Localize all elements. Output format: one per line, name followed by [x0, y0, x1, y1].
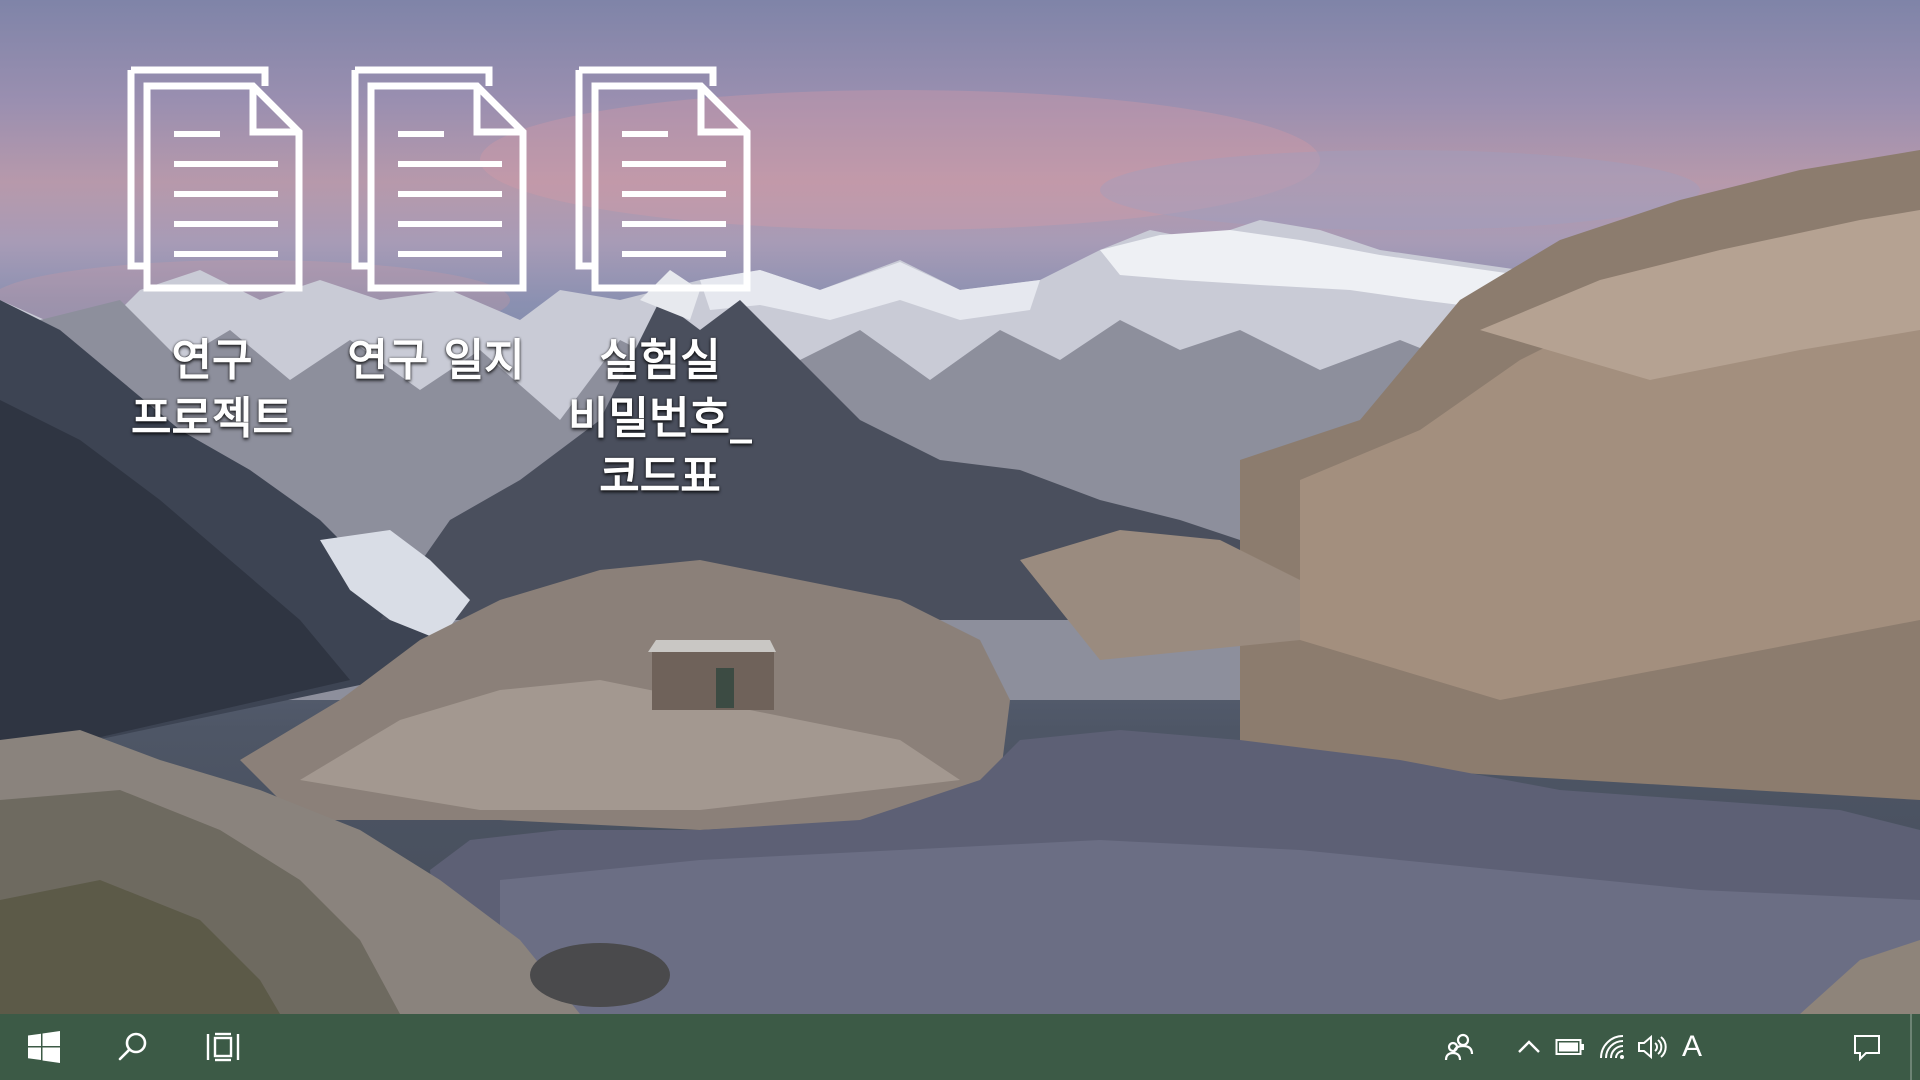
desktop-icon-label: 실험실 비밀번호_코드표 — [568, 335, 752, 502]
search-icon — [118, 1032, 147, 1061]
taskbar: A — [0, 1014, 1920, 1080]
desktop-icon-label: 연구 프로젝트 — [131, 335, 293, 444]
people-icon — [1444, 1033, 1474, 1061]
desktop-icon-research-project[interactable]: 연구 프로젝트 — [112, 66, 312, 448]
action-center-button[interactable] — [1832, 1014, 1902, 1080]
action-center-icon — [1854, 1035, 1880, 1062]
task-view-button[interactable] — [178, 1014, 268, 1080]
volume-button[interactable] — [1632, 1014, 1672, 1080]
desktop-icon-research-journal[interactable]: 연구 일지 — [336, 66, 536, 390]
document-icon — [575, 66, 751, 292]
document-icon — [127, 66, 303, 292]
desktop-icon-lab-password-code-table[interactable]: 실험실 비밀번호_코드표 — [560, 66, 760, 506]
battery-button[interactable] — [1548, 1014, 1592, 1080]
input-method-indicator[interactable]: A — [1672, 1014, 1712, 1080]
volume-icon — [1638, 1034, 1667, 1060]
battery-icon — [1555, 1039, 1584, 1055]
desktop-icon-label: 연구 일지 — [347, 335, 525, 386]
chevron-up-icon — [1518, 1040, 1540, 1053]
ime-label: A — [1681, 1030, 1702, 1063]
start-button[interactable] — [0, 1014, 88, 1080]
search-button[interactable] — [88, 1014, 178, 1080]
network-button[interactable] — [1592, 1014, 1632, 1080]
document-icon — [351, 66, 527, 292]
show-hidden-icons-button[interactable] — [1510, 1014, 1548, 1080]
people-button[interactable] — [1428, 1014, 1490, 1080]
windows-start-icon — [28, 1031, 60, 1063]
wifi-icon — [1600, 1035, 1624, 1059]
show-desktop-button[interactable] — [1910, 1014, 1912, 1080]
task-view-icon — [206, 1032, 240, 1062]
